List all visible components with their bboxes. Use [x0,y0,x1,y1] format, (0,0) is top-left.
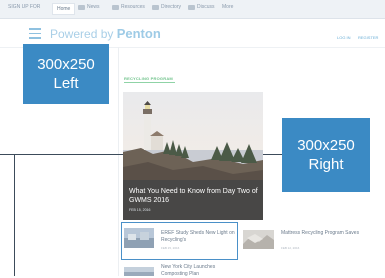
story-card-1-date: FEB 15, 2016 [161,246,180,250]
section-label[interactable]: RECYCLING PROGRAM [124,76,173,81]
story-card-1-thumbnail[interactable] [124,228,154,248]
ad-left-size: 300x250 [37,56,95,73]
ad-right-size: 300x250 [297,137,355,154]
topbar-more[interactable]: More [222,4,233,10]
directory-icon [152,4,159,10]
topbar-home[interactable]: Home [52,3,76,15]
story-card-1-title[interactable]: EREF Study Sheds New Light on Recycling'… [161,230,235,244]
ad-right-label: Right [308,156,344,173]
story-card-2-date: FEB 12, 2016 [281,246,300,250]
story-card-2-title[interactable]: Mattress Recycling Program Saves [281,230,371,237]
topbar-discuss[interactable]: Discuss [188,4,215,10]
news-icon [78,4,85,10]
brand-logo[interactable]: Powered by Penton [50,26,161,41]
topbar-directory[interactable]: Directory [152,4,181,10]
story-card-2-thumbnail[interactable] [243,230,274,249]
top-navigation-bar: SIGN UP FOR Home News Resources Director… [0,0,385,19]
sidebar-divider [118,47,119,276]
section-underline [124,82,175,83]
hero-title[interactable]: What You Need to Know from Day Two of GW… [129,187,261,205]
topbar-signup[interactable]: SIGN UP FOR [8,4,40,10]
login-link[interactable]: LOG IN [337,35,351,40]
brand-name: Penton [116,26,161,41]
discuss-icon [188,4,195,10]
hamburger-menu-icon[interactable] [29,28,41,39]
topbar-resources[interactable]: Resources [112,4,145,10]
ad-slot-right[interactable]: 300x250 Right [282,118,370,192]
hero-date: FEB 15, 2016 [129,208,151,212]
hero-story[interactable]: What You Need to Know from Day Two of GW… [123,92,263,220]
resources-icon [112,4,119,10]
ad-slot-left[interactable]: 300x250 Left [23,44,109,104]
register-link[interactable]: REGISTER [358,35,378,40]
powered-by-text: Powered by [50,27,114,41]
story-card-3-thumbnail[interactable] [124,265,154,276]
guide-line-vertical [14,154,15,276]
topbar-news[interactable]: News [78,4,100,10]
ad-left-label: Left [53,75,79,92]
